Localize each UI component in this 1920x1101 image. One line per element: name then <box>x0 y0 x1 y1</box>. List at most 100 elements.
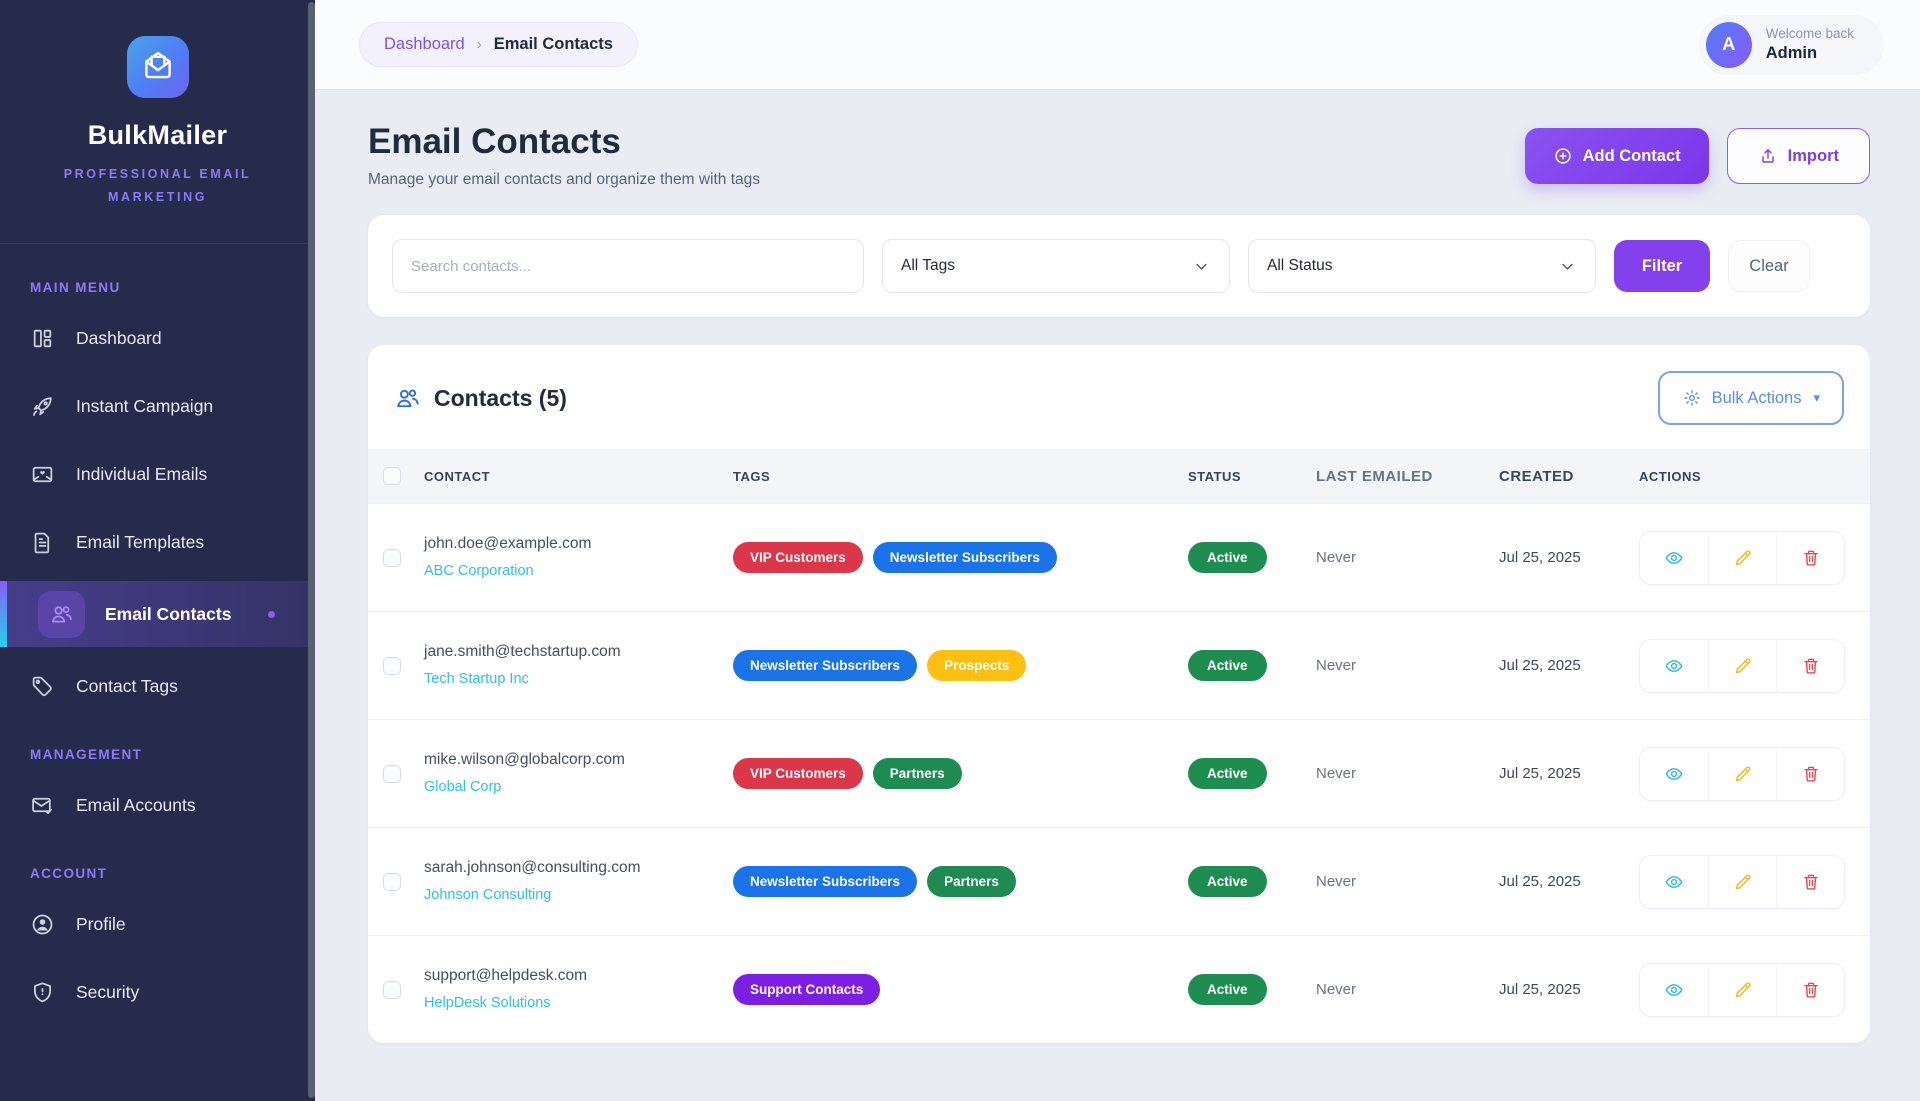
edit-button[interactable] <box>1708 532 1776 584</box>
import-button[interactable]: Import <box>1727 128 1870 184</box>
trash-icon <box>1801 872 1821 892</box>
view-button[interactable] <box>1640 532 1708 584</box>
status-badge: Active <box>1188 866 1267 897</box>
search-input[interactable] <box>392 239 864 293</box>
filter-button[interactable]: Filter <box>1614 240 1710 292</box>
view-button[interactable] <box>1640 856 1708 908</box>
created-date: Jul 25, 2025 <box>1499 765 1639 782</box>
add-contact-button[interactable]: Add Contact <box>1525 128 1709 184</box>
sidebar-item-email-contacts[interactable]: Email Contacts <box>0 581 315 647</box>
row-actions <box>1639 855 1845 909</box>
clear-button[interactable]: Clear <box>1728 240 1810 292</box>
status-badge: Active <box>1188 650 1267 681</box>
sidebar-item-email-accounts[interactable]: Email Accounts <box>0 776 315 834</box>
column-last-emailed: LAST EMAILED <box>1316 468 1499 485</box>
tags-filter-select[interactable]: All Tags <box>882 239 1230 293</box>
status-badge: Active <box>1188 974 1267 1005</box>
column-created: CREATED <box>1499 468 1639 485</box>
mail-check-icon <box>28 791 56 819</box>
tag-pill: Newsletter Subscribers <box>733 866 917 897</box>
trash-icon <box>1801 656 1821 676</box>
row-checkbox[interactable] <box>383 657 401 675</box>
sidebar-item-contact-tags[interactable]: Contact Tags <box>0 657 315 715</box>
user-menu[interactable]: A Welcome back Admin <box>1699 15 1884 75</box>
contact-company-link[interactable]: Johnson Consulting <box>424 887 551 903</box>
view-button[interactable] <box>1640 748 1708 800</box>
contact-tags: VIP CustomersNewsletter Subscribers <box>733 542 1188 573</box>
sidebar-section-label: MAIN MENU <box>0 280 315 295</box>
table-row: mike.wilson@globalcorp.com Global Corp V… <box>368 719 1870 827</box>
row-checkbox[interactable] <box>383 549 401 567</box>
contact-email: john.doe@example.com <box>424 535 733 553</box>
sidebar-item-security[interactable]: Security <box>0 963 315 1021</box>
user-name: Admin <box>1766 44 1854 63</box>
sidebar-section-label: ACCOUNT <box>0 866 315 881</box>
contact-company-link[interactable]: ABC Corporation <box>424 563 534 579</box>
status-badge: Active <box>1188 758 1267 789</box>
chevron-down-icon <box>1192 257 1211 276</box>
tag-pill: VIP Customers <box>733 758 863 789</box>
upload-icon <box>1758 146 1778 166</box>
sidebar-item-individual-emails[interactable]: Individual Emails <box>0 445 315 503</box>
table-body: john.doe@example.com ABC Corporation VIP… <box>368 503 1870 1043</box>
edit-button[interactable] <box>1708 640 1776 692</box>
eye-icon <box>1664 656 1684 676</box>
row-actions <box>1639 963 1845 1017</box>
contact-email: sarah.johnson@consulting.com <box>424 859 733 877</box>
tag-icon <box>28 672 56 700</box>
contact-tags: Newsletter Subscribers Prospects <box>733 650 1188 681</box>
pencil-icon <box>1733 656 1753 676</box>
trash-icon <box>1801 764 1821 784</box>
breadcrumb-separator: › <box>477 36 482 53</box>
table-row: sarah.johnson@consulting.com Johnson Con… <box>368 827 1870 935</box>
view-button[interactable] <box>1640 640 1708 692</box>
edit-button[interactable] <box>1708 856 1776 908</box>
delete-button[interactable] <box>1776 856 1844 908</box>
contact-company-link[interactable]: Tech Startup Inc <box>424 671 529 687</box>
table-row: support@helpdesk.com HelpDesk Solutions … <box>368 935 1870 1043</box>
sidebar-item-dashboard[interactable]: Dashboard <box>0 309 315 367</box>
delete-button[interactable] <box>1776 748 1844 800</box>
rocket-icon <box>28 392 56 420</box>
tag-pill: Prospects <box>927 650 1026 681</box>
table-row: john.doe@example.com ABC Corporation VIP… <box>368 503 1870 611</box>
contact-tags: Newsletter Subscribers Partners <box>733 866 1188 897</box>
view-button[interactable] <box>1640 964 1708 1016</box>
row-actions <box>1639 639 1845 693</box>
row-checkbox[interactable] <box>383 873 401 891</box>
brand-tagline: Professional Email Marketing <box>44 163 271 209</box>
breadcrumb-dashboard-link[interactable]: Dashboard <box>384 35 465 54</box>
active-indicator-dot <box>268 611 275 618</box>
column-contact: CONTACT <box>416 469 733 484</box>
breadcrumb: Dashboard › Email Contacts <box>359 22 638 67</box>
last-emailed-value: Never <box>1316 873 1499 890</box>
delete-button[interactable] <box>1776 532 1844 584</box>
bulk-actions-button[interactable]: Bulk Actions ▾ <box>1658 371 1844 425</box>
delete-button[interactable] <box>1776 964 1844 1016</box>
status-filter-select[interactable]: All Status <box>1248 239 1596 293</box>
sidebar-item-email-templates[interactable]: Email Templates <box>0 513 315 571</box>
row-actions <box>1639 747 1845 801</box>
row-checkbox[interactable] <box>383 981 401 999</box>
created-date: Jul 25, 2025 <box>1499 873 1639 890</box>
tag-pill: Newsletter Subscribers <box>873 542 1057 573</box>
row-checkbox[interactable] <box>383 765 401 783</box>
pencil-icon <box>1733 872 1753 892</box>
pencil-icon <box>1733 980 1753 1000</box>
tag-pill: Partners <box>927 866 1016 897</box>
sidebar-item-instant-campaign[interactable]: Instant Campaign <box>0 377 315 435</box>
sidebar-section-label: MANAGEMENT <box>0 747 315 762</box>
select-all-checkbox[interactable] <box>383 467 401 485</box>
contact-company-link[interactable]: Global Corp <box>424 779 501 795</box>
edit-button[interactable] <box>1708 964 1776 1016</box>
tag-pill: Newsletter Subscribers <box>733 650 917 681</box>
page-header: Email Contacts Manage your email contact… <box>315 90 1920 215</box>
last-emailed-value: Never <box>1316 981 1499 998</box>
file-text-icon <box>28 528 56 556</box>
users-icon <box>38 591 85 638</box>
delete-button[interactable] <box>1776 640 1844 692</box>
contact-tags: VIP CustomersPartners <box>733 758 1188 789</box>
edit-button[interactable] <box>1708 748 1776 800</box>
contact-company-link[interactable]: HelpDesk Solutions <box>424 995 551 1011</box>
sidebar-item-profile[interactable]: Profile <box>0 895 315 953</box>
